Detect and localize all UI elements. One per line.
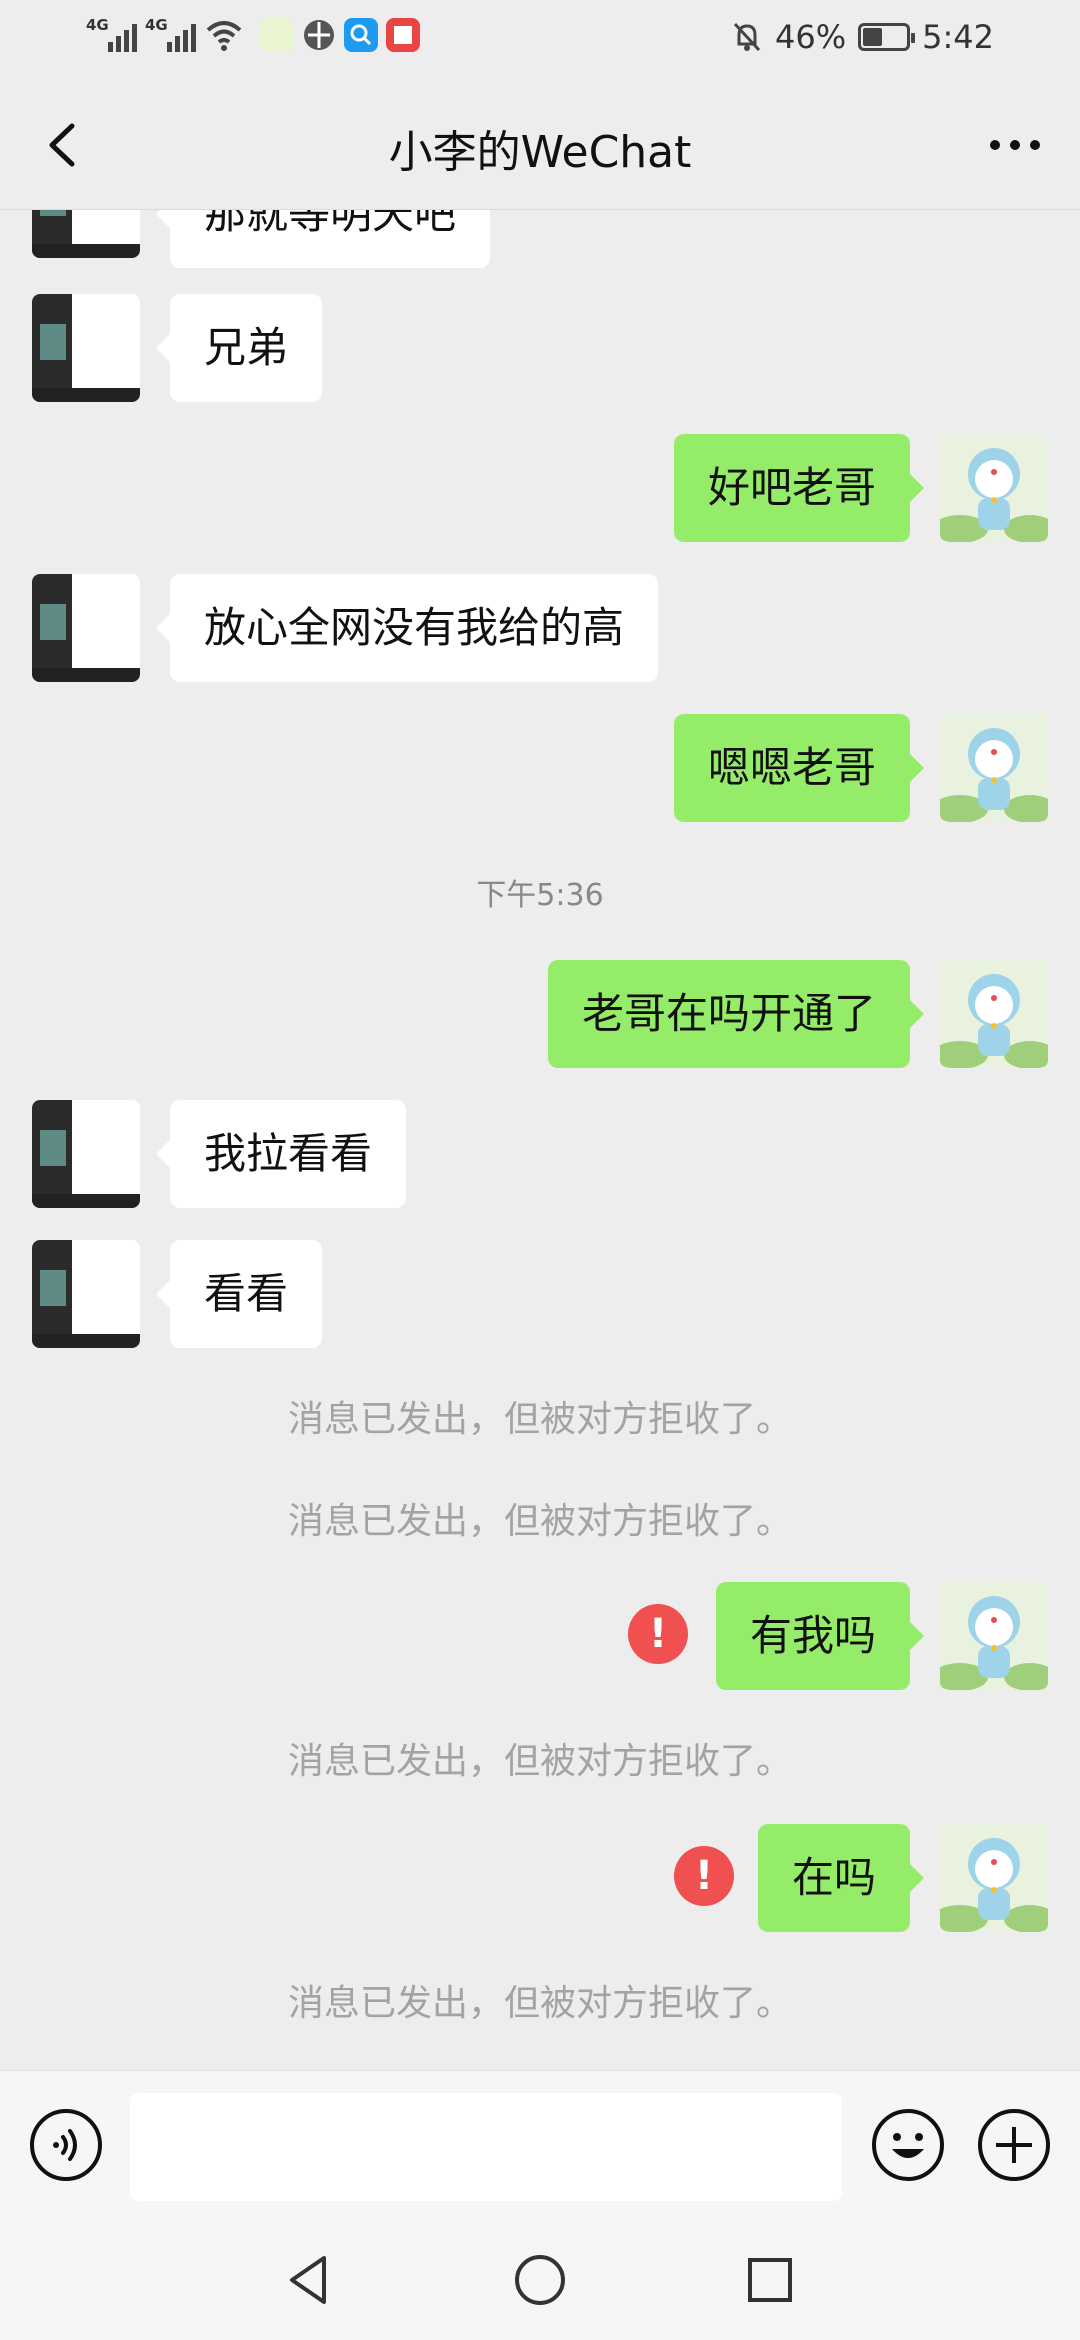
status-right: 46% 5:42	[731, 18, 994, 56]
signal-icon-2: 4G	[145, 16, 196, 52]
friend-avatar[interactable]	[32, 294, 140, 402]
wechat-chat-screen: 4G 4G 46% 5:42 小李的WeChat 那就等明天吧 兄弟 好吧老哥 …	[0, 0, 1080, 2340]
chat-header: 小李的WeChat	[0, 80, 1080, 210]
my-avatar[interactable]	[940, 434, 1048, 542]
incoming-message[interactable]: 看看	[155, 1240, 323, 1348]
doraemon-avatar-image	[940, 960, 1048, 1068]
outgoing-message[interactable]: 在吗	[757, 1824, 925, 1932]
message-input[interactable]	[130, 2093, 842, 2201]
emoji-button[interactable]	[870, 2107, 946, 2183]
voice-icon	[30, 2109, 102, 2181]
battery-icon	[858, 23, 916, 51]
chat-message-list[interactable]: 那就等明天吧 兄弟 好吧老哥 放心全网没有我给的高 嗯嗯老哥 下午5:36 老哥…	[0, 210, 1080, 2070]
nav-back-button[interactable]	[280, 2250, 340, 2310]
more-horizontal-icon	[990, 140, 1040, 150]
incoming-message[interactable]: 兄弟	[155, 294, 323, 402]
friend-avatar[interactable]	[32, 574, 140, 682]
outgoing-message[interactable]: 有我吗	[715, 1582, 925, 1690]
chat-title: 小李的WeChat	[388, 127, 692, 178]
emoji-icon	[872, 2109, 944, 2181]
clock: 5:42	[922, 18, 994, 56]
battery-percent: 46%	[775, 18, 847, 56]
battery-fill	[863, 28, 883, 46]
outgoing-message[interactable]: 老哥在吗开通了	[547, 960, 925, 1068]
rejected-notice: 消息已发出，但被对方拒收了。	[287, 1501, 792, 1542]
doraemon-avatar-image	[940, 1824, 1048, 1932]
rejected-notice: 消息已发出，但被对方拒收了。	[287, 1399, 792, 1440]
rejected-notice: 消息已发出，但被对方拒收了。	[287, 1983, 792, 2024]
triangle-back-icon	[290, 2256, 326, 2304]
app-notification-icon	[260, 18, 294, 52]
incoming-message[interactable]: 放心全网没有我给的高	[155, 574, 659, 682]
doraemon-avatar-image	[940, 434, 1048, 542]
friend-avatar[interactable]	[32, 1100, 140, 1208]
nav-recents-button[interactable]	[740, 2250, 800, 2310]
status-left: 4G 4G	[86, 16, 420, 52]
doraemon-avatar-image	[940, 1582, 1048, 1690]
doraemon-avatar-image	[940, 714, 1048, 822]
send-failed-icon[interactable]: !	[628, 1604, 688, 1664]
friend-avatar[interactable]	[32, 1240, 140, 1348]
my-avatar[interactable]	[940, 1582, 1048, 1690]
send-failed-icon[interactable]: !	[674, 1846, 734, 1906]
voice-button[interactable]	[28, 2107, 104, 2183]
time-separator: 下午5:36	[476, 878, 604, 913]
incoming-message[interactable]: 那就等明天吧	[155, 210, 491, 268]
search-app-icon	[344, 18, 378, 52]
outgoing-message[interactable]: 好吧老哥	[673, 434, 925, 542]
nav-home-button[interactable]	[510, 2250, 570, 2310]
circle-home-icon	[515, 2255, 565, 2305]
signal-icon-1: 4G	[86, 16, 137, 52]
plus-circle-icon	[978, 2109, 1050, 2181]
browser-app-icon	[304, 20, 334, 50]
rejected-notice: 消息已发出，但被对方拒收了。	[287, 1741, 792, 1782]
wifi-icon	[206, 21, 242, 51]
my-avatar[interactable]	[940, 1824, 1048, 1932]
status-bar: 4G 4G 46% 5:42	[0, 0, 1080, 80]
more-functions-button[interactable]	[976, 2107, 1052, 2183]
my-avatar[interactable]	[940, 714, 1048, 822]
incoming-message[interactable]: 我拉看看	[155, 1100, 407, 1208]
my-avatar[interactable]	[940, 960, 1048, 1068]
square-recents-icon	[748, 2258, 792, 2302]
more-button[interactable]	[980, 110, 1050, 180]
bell-muted-icon	[733, 22, 761, 52]
system-nav-bar	[0, 2220, 1080, 2340]
friend-avatar[interactable]	[32, 210, 140, 258]
outgoing-message[interactable]: 嗯嗯老哥	[673, 714, 925, 822]
input-bar	[0, 2070, 1080, 2220]
book-app-icon	[386, 18, 420, 52]
